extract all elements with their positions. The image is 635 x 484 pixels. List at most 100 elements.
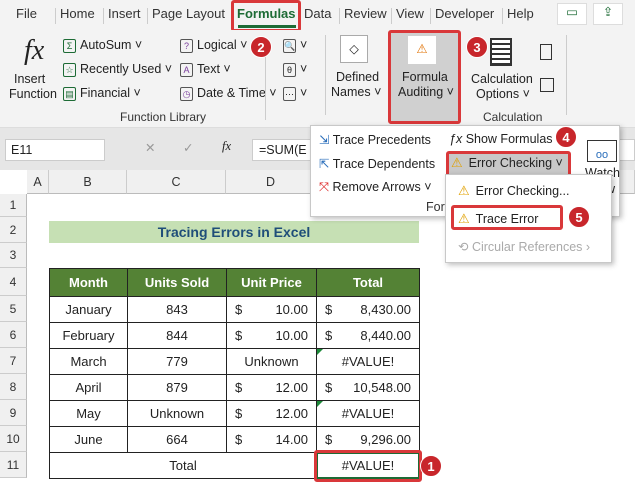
label: Recently Used [80, 62, 162, 76]
function-category-icon: θ [283, 62, 296, 77]
step-badge-5: 5 [568, 206, 590, 228]
more-functions-0[interactable]: 🔍 ˅ [283, 38, 307, 53]
more-functions-2[interactable]: ⋯ ˅ [283, 86, 307, 101]
row-header-8[interactable]: 8 [0, 374, 27, 400]
table-header: Units Sold [127, 268, 227, 297]
tab-home[interactable]: Home [60, 6, 95, 21]
row-header-4[interactable]: 4 [0, 268, 27, 296]
share-icon[interactable]: ⇪ [593, 3, 623, 25]
cell-units[interactable]: Unknown [127, 400, 227, 427]
trace-dependents-button[interactable]: ⇱ Trace Dependents [319, 156, 435, 171]
cancel-icon[interactable]: ✕ [145, 140, 155, 155]
column-header-D[interactable]: D [226, 170, 316, 194]
tab-view[interactable]: View [396, 6, 424, 21]
currency: $ [235, 406, 243, 421]
label: Text [197, 62, 220, 76]
row-header-10[interactable]: 10 [0, 426, 27, 452]
remove-arrows-button[interactable]: ⤧ Remove Arrows ˅ [319, 180, 432, 195]
cell-units[interactable]: 844 [127, 322, 227, 349]
cell-month[interactable]: February [49, 322, 128, 349]
name-box[interactable]: E11 [5, 139, 105, 161]
cell-total[interactable]: #VALUE! [316, 348, 420, 375]
cell-month[interactable]: May [49, 400, 128, 427]
divider [325, 35, 326, 115]
column-header-C[interactable]: C [127, 170, 226, 194]
cell-total[interactable]: $9,296.00 [316, 426, 420, 453]
ribbon-tabs: File Home Insert Page Layout Formulas Data Rev… [0, 0, 635, 32]
cell-price[interactable]: Unknown [226, 348, 317, 375]
button-financial[interactable]: ▤ Financial ˅ [63, 86, 141, 101]
cell-price[interactable]: $12.00 [226, 374, 317, 401]
step-badge-4: 4 [555, 126, 577, 148]
cell-total[interactable]: #VALUE! [316, 400, 420, 427]
insert-function-icon[interactable]: fx [222, 139, 231, 154]
tab-file[interactable]: File [16, 6, 37, 21]
currency: $ [235, 328, 243, 343]
tab-data[interactable]: Data [304, 6, 331, 21]
button-autosum[interactable]: Σ AutoSum ˅ [63, 38, 142, 53]
price-value: 10.00 [275, 302, 308, 317]
cell-total[interactable]: $10,548.00 [316, 374, 420, 401]
cell-total[interactable]: $8,430.00 [316, 296, 420, 323]
column-header-B[interactable]: B [49, 170, 127, 194]
cell-price[interactable]: $10.00 [226, 296, 317, 323]
calc-options-1[interactable]: Calculation [471, 72, 533, 86]
show-formulas-button[interactable]: ƒx Show Formulas [449, 132, 553, 146]
menu-item-error-checking[interactable]: ⚠ Error Checking... [458, 183, 569, 199]
row-header-9[interactable]: 9 [0, 400, 27, 426]
calculate-sheet-icon[interactable] [540, 78, 554, 92]
button-logical[interactable]: ? Logical ˅ [180, 38, 247, 53]
cell-units[interactable]: 879 [127, 374, 227, 401]
calc-options-2[interactable]: Options ˅ [476, 87, 530, 101]
highlight-trace-error [451, 205, 563, 230]
insert-function-label-1[interactable]: Insert [14, 72, 45, 86]
button-date_time[interactable]: ◷ Date & Time ˅ [180, 86, 277, 101]
tab-separator [103, 8, 104, 24]
calculate-now-icon[interactable] [540, 44, 552, 60]
total-value: 8,430.00 [360, 302, 411, 317]
cell-month[interactable]: January [49, 296, 128, 323]
row-header-11[interactable]: 11 [0, 452, 27, 478]
row-header-1[interactable]: 1 [0, 194, 27, 217]
enter-icon[interactable]: ✓ [183, 140, 193, 155]
column-header-A[interactable]: A [27, 170, 49, 194]
cell-price[interactable]: $14.00 [226, 426, 317, 453]
cell-units[interactable]: 779 [127, 348, 227, 375]
trace-precedents-button[interactable]: ⇲ Trace Precedents [319, 132, 431, 147]
defined-names-2[interactable]: Names ˅ [331, 85, 381, 99]
comments-icon[interactable]: ▭ [557, 3, 587, 25]
cell-month[interactable]: March [49, 348, 128, 375]
tab-insert[interactable]: Insert [108, 6, 141, 21]
insert-function-label-2[interactable]: Function [9, 87, 57, 101]
highlight-formulas-tab [231, 0, 301, 32]
cell-month[interactable]: April [49, 374, 128, 401]
price-value: 12.00 [275, 406, 308, 421]
cell-total[interactable]: $8,440.00 [316, 322, 420, 349]
total-value: 8,440.00 [360, 328, 411, 343]
row-header-3[interactable]: 3 [0, 243, 27, 268]
cell-price[interactable]: $12.00 [226, 400, 317, 427]
financial-icon: ▤ [63, 86, 76, 101]
cell-units[interactable]: 843 [127, 296, 227, 323]
tab-separator [55, 8, 56, 24]
button-recently_used[interactable]: ☆ Recently Used ˅ [63, 62, 172, 77]
tab-help[interactable]: Help [507, 6, 534, 21]
tab-developer[interactable]: Developer [435, 6, 494, 21]
cell-units[interactable]: 664 [127, 426, 227, 453]
defined-names-1[interactable]: Defined [336, 70, 379, 84]
more-functions-1[interactable]: θ ˅ [283, 62, 307, 77]
tab-review[interactable]: Review [344, 6, 387, 21]
tab-page-layout[interactable]: Page Layout [152, 6, 225, 21]
currency: $ [235, 432, 243, 447]
currency: $ [325, 302, 333, 317]
button-text[interactable]: A Text ˅ [180, 62, 231, 77]
text-icon: A [180, 62, 193, 77]
row-header-2[interactable]: 2 [0, 217, 27, 243]
cell-price[interactable]: $10.00 [226, 322, 317, 349]
watch-window-icon: oo [587, 140, 617, 162]
row-header-5[interactable]: 5 [0, 296, 27, 322]
total-value: 10,548.00 [353, 380, 411, 395]
row-header-7[interactable]: 7 [0, 348, 27, 374]
row-header-6[interactable]: 6 [0, 322, 27, 348]
cell-month[interactable]: June [49, 426, 128, 453]
